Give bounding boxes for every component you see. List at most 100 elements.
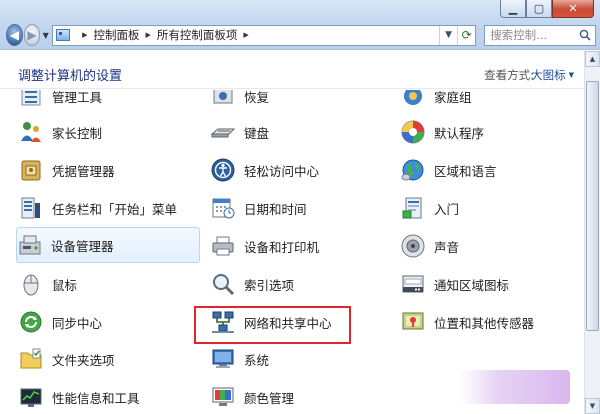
taskbar-icon	[18, 195, 44, 221]
item-label: 颜色管理	[244, 390, 295, 406]
item-label: 任务栏和「开始」菜单	[52, 201, 178, 217]
color-management-icon	[210, 384, 236, 410]
ease-of-access-icon	[210, 157, 236, 183]
item-label: 轻松访问中心	[244, 163, 320, 179]
item-device-manager[interactable]: 设备管理器	[16, 227, 200, 263]
item-sound[interactable]: 声音	[400, 228, 584, 264]
breadcrumb-separator-icon[interactable]: ▶	[243, 31, 248, 39]
chevron-down-icon: ▼	[568, 71, 574, 79]
control-panel-icon	[56, 29, 71, 41]
item-folder-options[interactable]: 文件夹选项	[18, 341, 202, 377]
item-performance-info[interactable]: 性能信息和工具	[18, 379, 202, 414]
recovery-icon	[210, 90, 236, 109]
item-network-sharing-center[interactable]: 网络和共享中心	[210, 304, 394, 340]
breadcrumb-separator-icon[interactable]: ▶	[146, 31, 151, 39]
scroll-thumb[interactable]	[586, 81, 599, 331]
item-color-management[interactable]: 颜色管理	[210, 379, 394, 414]
item-getting-started[interactable]: 入门	[400, 190, 584, 226]
item-location-sensors[interactable]: 位置和其他传感器	[400, 304, 584, 340]
back-button[interactable]: ◀	[6, 24, 23, 46]
device-manager-icon	[17, 232, 43, 258]
admin-tools-icon	[18, 90, 44, 109]
item-label: 恢复	[244, 90, 270, 105]
maximize-button[interactable]: ▢	[526, 0, 552, 18]
item-label: 网络和共享中心	[244, 315, 332, 331]
scroll-up-icon[interactable]: ▲	[585, 51, 600, 67]
breadcrumb-separator-icon[interactable]: ▶	[82, 31, 87, 39]
item-region-language[interactable]: 区域和语言	[400, 152, 584, 188]
globe-icon	[400, 157, 426, 183]
address-dropdown-icon[interactable]: ▼	[439, 25, 457, 45]
breadcrumb-control-panel[interactable]: 控制面板	[94, 27, 140, 43]
item-label: 区域和语言	[434, 163, 497, 179]
item-devices-printers[interactable]: 设备和打印机	[210, 228, 394, 264]
notification-area-icon	[400, 271, 426, 297]
item-administrative-tools[interactable]: 管理工具	[18, 90, 202, 114]
mouse-icon	[18, 271, 44, 297]
item-keyboard[interactable]: 键盘	[210, 114, 394, 150]
credential-manager-icon	[18, 157, 44, 183]
item-date-time[interactable]: 日期和时间	[210, 190, 394, 226]
item-label: 设备管理器	[51, 238, 114, 254]
item-parental-controls[interactable]: 家长控制	[18, 114, 202, 150]
item-label: 索引选项	[244, 277, 295, 293]
item-label: 文件夹选项	[52, 352, 115, 368]
keyboard-icon	[210, 119, 236, 145]
view-by-dropdown[interactable]: 大图标 ▼	[531, 67, 574, 83]
parental-controls-icon	[18, 119, 44, 145]
search-icon[interactable]	[579, 29, 591, 41]
system-icon	[210, 346, 236, 372]
item-ease-of-access[interactable]: 轻松访问中心	[210, 152, 394, 188]
item-label: 默认程序	[434, 125, 485, 141]
view-by-label: 查看方式:	[484, 68, 534, 82]
item-label: 性能信息和工具	[52, 390, 140, 406]
item-label: 位置和其他传感器	[434, 315, 535, 331]
item-label: 键盘	[244, 125, 270, 141]
close-button[interactable]: ✕	[552, 0, 594, 18]
date-time-icon	[210, 195, 236, 221]
content-header: 调整计算机的设置 查看方式: 大图标 ▼	[0, 51, 584, 89]
item-label: 入门	[434, 201, 460, 217]
navigation-bar: ◀ ▶ ▼ ▶ 控制面板 ▶ 所有控制面板项 ▶ ▼ ⟳ 搜索控制...	[6, 24, 596, 46]
item-label: 通知区域图标	[434, 277, 510, 293]
control-panel-items: 管理工具 家长控制 凭据管理器 任务栏和「开始」菜单 设备管理器 鼠标 同步中心…	[0, 90, 584, 414]
breadcrumb-all-items[interactable]: 所有控制面板项	[157, 27, 238, 43]
network-icon	[210, 309, 236, 335]
search-input[interactable]: 搜索控制...	[484, 24, 596, 46]
view-by-value: 大图标	[531, 68, 566, 82]
default-programs-icon	[400, 119, 426, 145]
title-bar: ▁ ▢ ✕ ◀ ▶ ▼ ▶ 控制面板 ▶ 所有控制面板项 ▶ ▼ ⟳ 搜索控制.…	[0, 0, 600, 50]
item-label: 系统	[244, 352, 270, 368]
refresh-icon[interactable]: ⟳	[457, 25, 475, 45]
item-sync-center[interactable]: 同步中心	[18, 304, 202, 340]
search-placeholder: 搜索控制...	[490, 28, 548, 42]
item-indexing-options[interactable]: 索引选项	[210, 266, 394, 302]
item-label: 凭据管理器	[52, 163, 115, 179]
item-notification-area-icons[interactable]: 通知区域图标	[400, 266, 584, 302]
item-recovery[interactable]: 恢复	[210, 90, 394, 114]
folder-options-icon	[18, 346, 44, 372]
homegroup-icon	[400, 90, 426, 109]
item-label: 日期和时间	[244, 201, 307, 217]
item-system[interactable]: 系统	[210, 341, 394, 377]
item-homegroup[interactable]: 家庭组	[400, 90, 584, 114]
item-mouse[interactable]: 鼠标	[18, 266, 202, 302]
vertical-scrollbar[interactable]: ▲ ▼	[584, 51, 600, 414]
item-label: 设备和打印机	[244, 239, 320, 255]
item-credential-manager[interactable]: 凭据管理器	[18, 152, 202, 188]
location-sensors-icon	[400, 309, 426, 335]
printer-icon	[210, 233, 236, 259]
address-bar[interactable]: ▶ 控制面板 ▶ 所有控制面板项 ▶ ▼ ⟳	[52, 24, 477, 46]
item-label: 家长控制	[52, 125, 103, 141]
scroll-down-icon[interactable]: ▼	[585, 398, 600, 414]
sync-center-icon	[18, 309, 44, 335]
minimize-button[interactable]: ▁	[500, 0, 526, 18]
page-title: 调整计算机的设置	[18, 69, 123, 84]
item-label: 声音	[434, 239, 460, 255]
forward-button[interactable]: ▶	[23, 24, 41, 46]
recent-pages-dropdown[interactable]: ▼	[41, 31, 50, 40]
watermark	[460, 370, 570, 404]
item-taskbar-start-menu[interactable]: 任务栏和「开始」菜单	[18, 190, 202, 226]
address-actions: ▼ ⟳	[439, 25, 475, 45]
item-default-programs[interactable]: 默认程序	[400, 114, 584, 150]
